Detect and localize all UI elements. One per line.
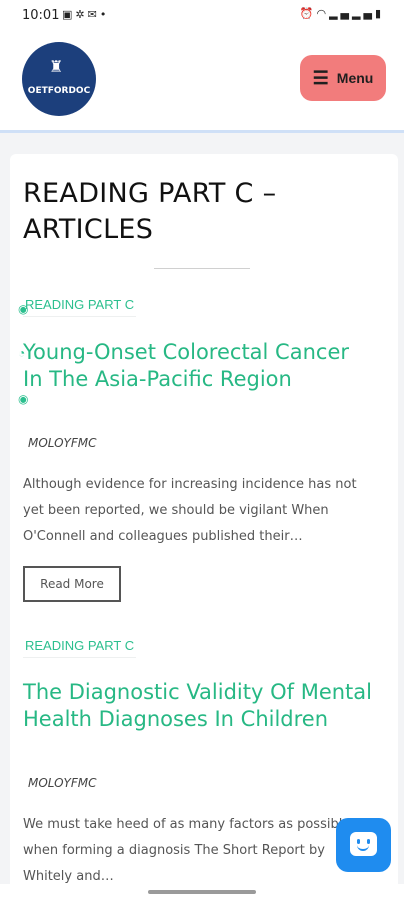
menu-button[interactable]: ☰ Menu <box>300 55 386 101</box>
wifi-icon: ◠ <box>316 7 330 20</box>
page-title: READING PART C – ARTICLES <box>23 178 277 245</box>
image-icon: ▣ <box>62 8 76 21</box>
notification-icons: ▣✲✉• <box>62 8 109 21</box>
menu-label: Menu <box>336 70 374 86</box>
signal-icon: ▂▄ <box>352 7 375 20</box>
article-author[interactable]: MOLOYFMC <box>28 776 97 790</box>
status-time: 10:01 <box>22 8 60 23</box>
logo-emblem-icon: ♜ <box>49 59 64 76</box>
site-header: ♜ OETFORDOC ☰ Menu <box>0 30 404 133</box>
battery-icon: ▮ <box>374 7 384 20</box>
mail-icon: ✉ <box>87 8 100 21</box>
chat-widget-button[interactable] <box>336 818 391 872</box>
dot-icon: • <box>99 8 110 21</box>
article-excerpt: Although evidence for increasing inciden… <box>23 477 357 544</box>
article-category-link[interactable]: READING PART C <box>23 297 137 317</box>
hamburger-icon: ☰ <box>312 68 329 88</box>
article-category-link[interactable]: READING PART C <box>23 638 137 658</box>
article-excerpt: We must take heed of as many factors as … <box>23 817 351 884</box>
settings-icon: ✲ <box>75 8 88 21</box>
article-title-link[interactable]: The Diagnostic Validity Of Mental Health… <box>23 679 373 733</box>
signal-icon: ▂▄ <box>329 7 353 20</box>
content-card: READING PART C – ARTICLES ◉ READING PART… <box>10 154 398 900</box>
chat-smile-icon <box>350 832 377 856</box>
read-more-button[interactable]: Read More <box>23 566 121 602</box>
title-divider <box>154 268 250 269</box>
alarm-icon: ⏰ <box>299 7 317 20</box>
status-bar: 10:01 ▣✲✉• ⏰◠▂▄▂▄▮ <box>0 0 404 30</box>
logo-text: OETFORDOC <box>27 86 91 96</box>
article-title-link[interactable]: Young-Onset Colorectal Cancer In The Asi… <box>23 339 373 393</box>
gesture-nav-bar <box>0 884 404 900</box>
system-icons: ⏰◠▂▄▂▄▮ <box>300 7 384 20</box>
article-author[interactable]: MOLOYFMC <box>28 436 97 450</box>
edit-pin-icon[interactable]: ◉ <box>18 392 28 406</box>
home-gesture-handle[interactable] <box>148 890 256 894</box>
site-logo[interactable]: ♜ OETFORDOC <box>22 42 96 116</box>
